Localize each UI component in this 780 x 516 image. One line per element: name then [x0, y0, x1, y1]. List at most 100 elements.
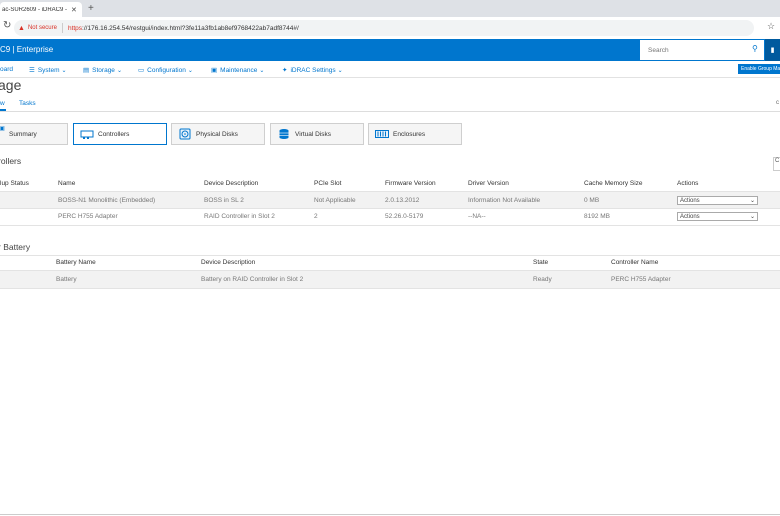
nav-maintenance[interactable]: ▣ Maintenance ⌄	[211, 66, 264, 74]
enable-group-manager-button[interactable]: Enable Group Man	[738, 64, 780, 74]
storage-icon: ▤	[83, 67, 90, 74]
controller-firmware: 52.26.0-5179	[385, 213, 424, 220]
battery-name: Battery	[56, 276, 77, 283]
window-bottom-edge	[0, 514, 780, 515]
battery-controller: PERC H755 Adapter	[611, 276, 671, 283]
chevron-down-icon: ⌄	[61, 68, 67, 74]
col-battery-description[interactable]: Device Description	[201, 259, 255, 266]
card-enclosures[interactable]: Enclosures	[368, 123, 462, 145]
controller-firmware: 2.0.13.2012	[385, 197, 420, 204]
browser-tab-strip	[0, 0, 780, 17]
tab-tasks[interactable]: Tasks	[19, 100, 36, 107]
controller-description: BOSS in SL 2	[204, 197, 244, 204]
nav-storage[interactable]: ▤ Storage ⌄	[83, 66, 122, 74]
controller-driver: Information Not Available	[468, 197, 541, 204]
col-battery-state[interactable]: State	[533, 259, 548, 266]
chevron-down-icon: ⌄	[337, 68, 343, 74]
controller-cache: 0 MB	[584, 197, 600, 204]
enclosure-icon	[375, 128, 389, 140]
product-brand: C9 | Enterprise	[0, 45, 54, 54]
maintenance-icon: ▣	[211, 67, 218, 74]
bookmark-star-icon[interactable]: ☆	[767, 21, 775, 32]
col-actions: Actions	[677, 180, 699, 187]
nav-configuration[interactable]: ▭ Configuration ⌄	[138, 66, 193, 74]
page-title: age	[0, 77, 22, 93]
col-name[interactable]: Name	[58, 180, 75, 187]
card-physical-disks[interactable]: Physical Disks	[171, 123, 265, 145]
controller-pcie-slot: 2	[314, 213, 318, 220]
battery-heading: r Battery	[0, 242, 31, 252]
actions-select-value: Actions	[680, 213, 700, 220]
actions-select[interactable]: Actions ⌄	[677, 212, 758, 221]
chevron-down-icon: ⌄	[187, 68, 193, 74]
card-virtual-disks[interactable]: Virtual Disks	[270, 123, 364, 145]
col-battery-controller[interactable]: Controller Name	[611, 259, 658, 266]
col-pcie-slot[interactable]: PCIe Slot	[314, 180, 341, 187]
controller-name: BOSS-N1 Monolithic (Embedded)	[58, 197, 156, 204]
actions-select[interactable]: Actions ⌄	[677, 196, 758, 205]
nav-system[interactable]: ☰ System ⌄	[29, 66, 67, 74]
reload-icon[interactable]: ↻	[3, 20, 11, 31]
card-controllers[interactable]: Controllers	[73, 123, 167, 145]
browser-tab-title: ac-SUR2609 - iDRAC9 - Stora	[2, 6, 67, 13]
battery-state: Ready	[533, 276, 552, 283]
not-secure-label[interactable]: Not secure	[28, 25, 57, 31]
settings-icon: ✦	[282, 67, 288, 74]
group-manager-icon[interactable]: ▮	[765, 39, 780, 61]
controller-description: RAID Controller in Slot 2	[204, 213, 275, 220]
chevron-down-icon: ⌄	[749, 198, 755, 204]
col-rollup-status[interactable]: lup Status	[0, 180, 29, 187]
col-firmware-version[interactable]: Firmware Version	[385, 180, 436, 187]
server-icon: ☰	[29, 67, 35, 74]
nav-configuration-label: Configuration	[147, 67, 186, 74]
virtual-disk-icon	[277, 128, 291, 140]
nav-system-label: System	[37, 67, 60, 74]
new-tab-button[interactable]: +	[88, 3, 94, 14]
controller-name: PERC H755 Adapter	[58, 213, 118, 220]
card-summary[interactable]: ▣ Summary	[0, 123, 68, 145]
search-box[interactable]	[640, 40, 764, 60]
url-scheme: https	[67, 24, 83, 32]
nav-idrac-settings-label: iDRAC Settings	[290, 67, 336, 74]
right-edge-text: c	[776, 100, 779, 106]
actions-select-value: Actions	[680, 197, 700, 204]
card-virtual-disks-label: Virtual Disks	[295, 130, 332, 138]
controller-driver: --NA--	[468, 213, 486, 220]
table-divider	[0, 288, 780, 289]
nav-dashboard-label: oard	[0, 66, 14, 73]
card-physical-disks-label: Physical Disks	[196, 130, 238, 138]
physical-disk-icon	[178, 128, 192, 140]
table-divider	[0, 225, 780, 226]
warning-icon: ▲	[18, 24, 25, 32]
card-controllers-label: Controllers	[98, 130, 130, 138]
chevron-down-icon: ⌄	[259, 68, 265, 74]
summary-icon: ▣	[0, 125, 5, 132]
tab-overview[interactable]: w	[0, 100, 5, 107]
nav-dashboard[interactable]: oard	[0, 66, 13, 73]
chevron-down-icon: ⌄	[116, 68, 122, 74]
nav-maintenance-label: Maintenance	[220, 67, 258, 74]
url-text: ://176.16.254.54/restgui/index.html?3fe1…	[82, 24, 299, 32]
controller-cache: 8192 MB	[584, 213, 611, 220]
nav-idrac-settings[interactable]: ✦ iDRAC Settings ⌄	[282, 66, 343, 74]
card-summary-label: Summary	[9, 130, 37, 138]
controller-icon	[80, 128, 94, 140]
url-divider	[61, 23, 63, 33]
card-enclosures-label: Enclosures	[393, 130, 426, 138]
tab-divider	[0, 111, 780, 112]
controllers-right-button[interactable]: C	[773, 157, 780, 171]
table-divider	[0, 255, 780, 256]
search-icon[interactable]: ⚲	[752, 44, 758, 53]
search-input[interactable]	[646, 40, 750, 60]
col-driver-version[interactable]: Driver Version	[468, 180, 509, 187]
url-field[interactable]: ▲ Not secure https ://176.16.254.54/rest…	[14, 20, 754, 36]
controller-pcie-slot: Not Applicable	[314, 197, 356, 204]
col-device-description[interactable]: Device Description	[204, 180, 258, 187]
close-tab-icon[interactable]: ✕	[71, 6, 77, 14]
controllers-heading: rollers	[0, 156, 22, 166]
col-battery-name[interactable]: Battery Name	[56, 259, 96, 266]
battery-description: Battery on RAID Controller in Slot 2	[201, 276, 304, 283]
chevron-down-icon: ⌄	[749, 214, 755, 220]
col-cache-memory-size[interactable]: Cache Memory Size	[584, 180, 643, 187]
browser-tab[interactable]: ac-SUR2609 - iDRAC9 - Stora ✕	[0, 2, 82, 17]
